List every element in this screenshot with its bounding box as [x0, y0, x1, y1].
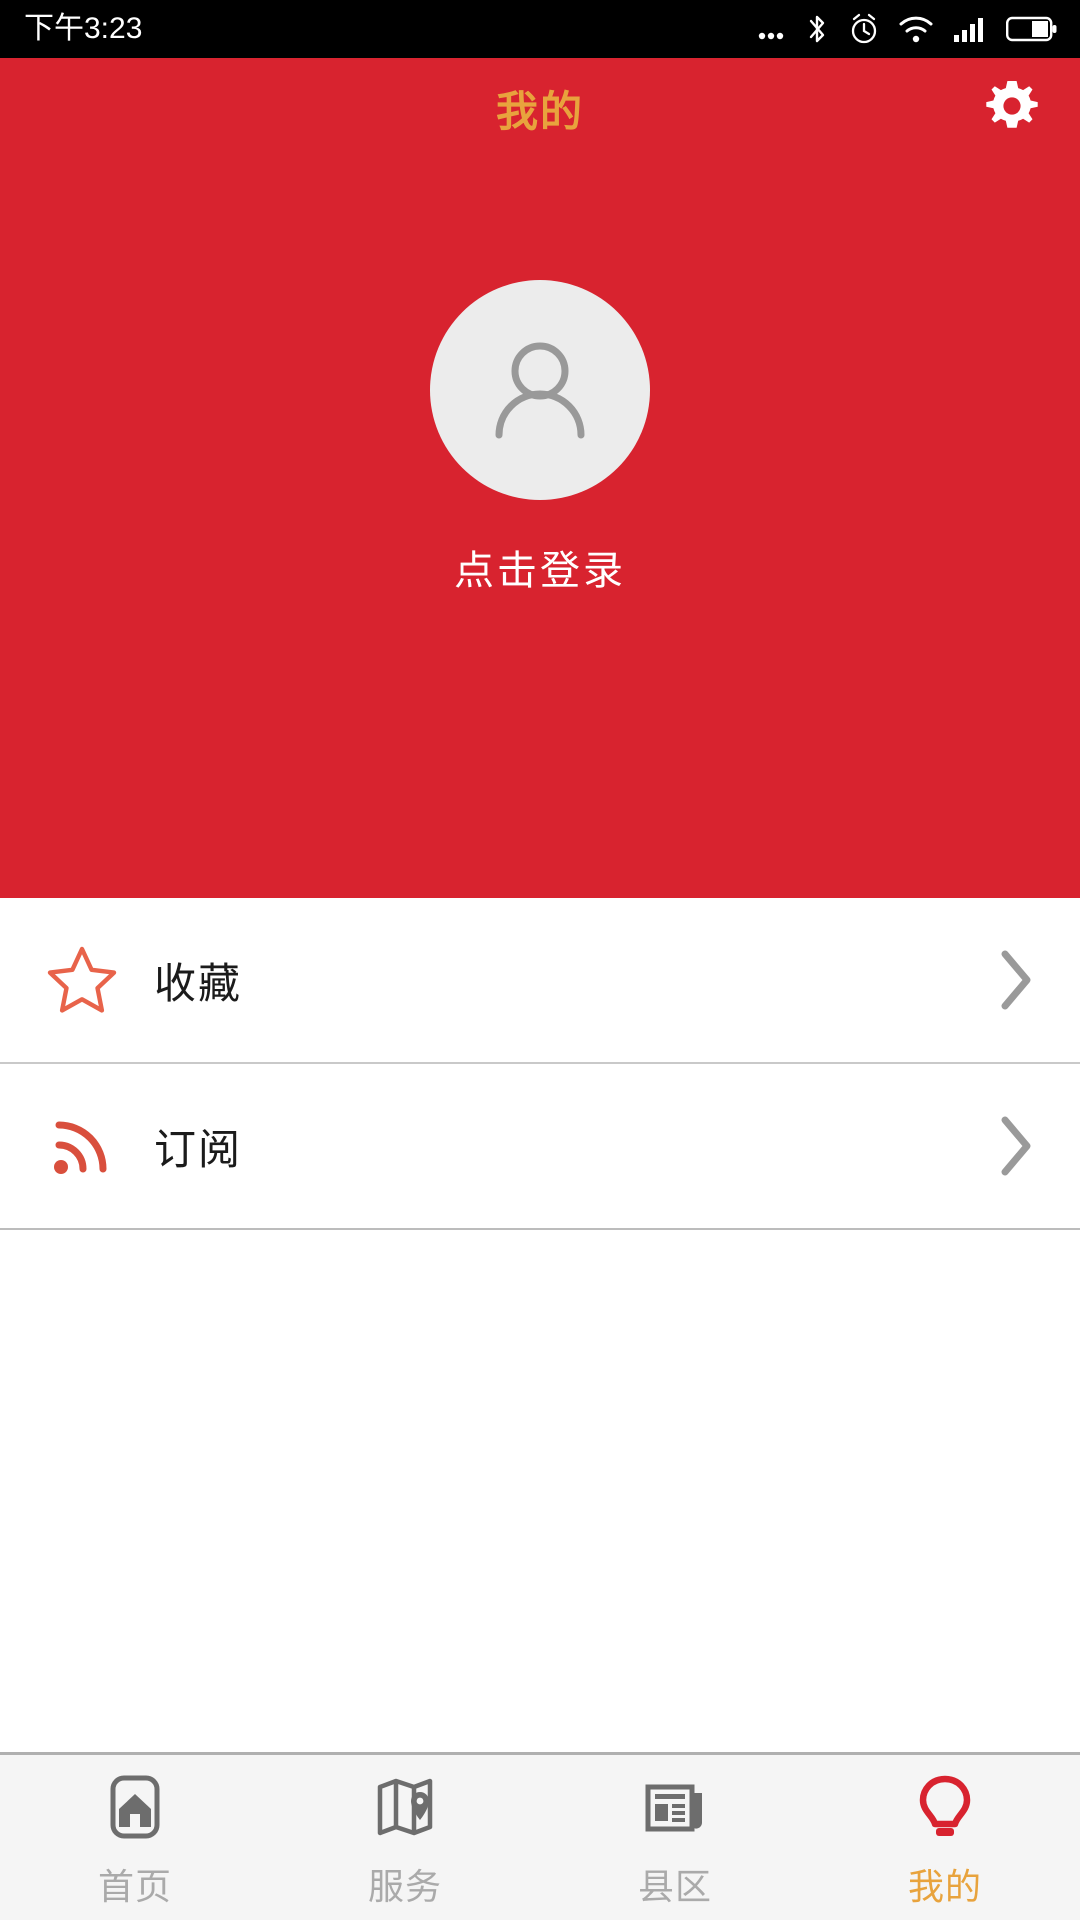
home-icon: [100, 1772, 170, 1844]
rss-feed-icon: [34, 1110, 130, 1182]
bluetooth-icon: [804, 12, 830, 46]
bottom-tab-bar: 首页 服务 县区 我的: [0, 1752, 1080, 1920]
list-item-label: 收藏: [154, 959, 243, 1007]
wifi-icon: [898, 14, 934, 44]
chevron-right-icon[interactable]: [986, 1110, 1046, 1182]
account-menu-list: 收藏 订阅: [0, 898, 1080, 1230]
alarm-clock-icon: [848, 12, 880, 46]
star-outline-icon: [34, 941, 130, 1019]
battery-icon: [1006, 15, 1058, 43]
lightbulb-icon: [910, 1772, 980, 1844]
tab-label: 首页: [97, 1865, 172, 1907]
avatar[interactable]: [430, 280, 650, 500]
gear-icon: [981, 75, 1043, 142]
page-title: 我的: [495, 87, 584, 135]
status-bar: 下午3:23: [0, 0, 1080, 58]
tab-label: 我的: [907, 1865, 982, 1907]
tab-home[interactable]: 首页: [0, 1755, 270, 1920]
tab-services[interactable]: 服务: [270, 1755, 540, 1920]
app-root: 下午3:23 我的 点击登录 收藏 订阅 首页 服务 县区 我的: [0, 0, 1080, 1920]
app-top-bar: 我的: [0, 58, 1080, 158]
list-item-favorites[interactable]: 收藏: [0, 898, 1080, 1062]
login-prompt[interactable]: 点击登录: [454, 538, 626, 596]
list-item-label: 订阅: [154, 1125, 243, 1173]
content-spacer: [0, 1230, 1080, 1752]
tab-label: 服务: [367, 1865, 442, 1907]
tab-label: 县区: [637, 1865, 712, 1907]
list-item-subscriptions[interactable]: 订阅: [0, 1064, 1080, 1228]
avatar-wrap[interactable]: [430, 280, 650, 500]
newspaper-icon: [640, 1772, 710, 1844]
more-dots-icon: [756, 14, 786, 44]
settings-button[interactable]: [972, 68, 1052, 148]
map-pin-icon: [370, 1772, 440, 1844]
status-time: 下午3:23: [24, 12, 143, 45]
chevron-right-icon[interactable]: [986, 944, 1046, 1016]
profile-header: 我的 点击登录: [0, 58, 1080, 898]
status-icon-group: [756, 12, 1058, 46]
tab-districts[interactable]: 县区: [540, 1755, 810, 1920]
cellular-signal-icon: [952, 14, 988, 44]
person-placeholder-icon: [475, 323, 605, 458]
tab-mine[interactable]: 我的: [810, 1755, 1080, 1920]
